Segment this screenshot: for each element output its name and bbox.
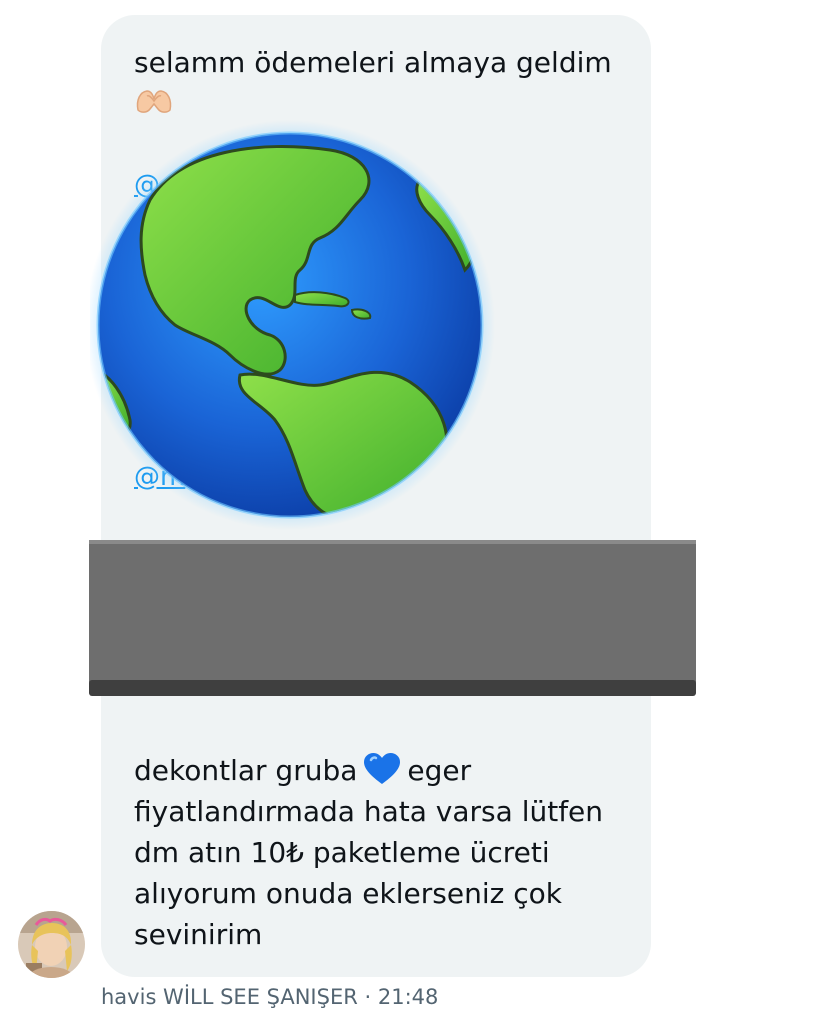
message-body-text: dekontlar gruba eger fiyatlandırmada hata… <box>134 750 634 955</box>
heart-hands-icon <box>136 90 172 113</box>
redaction-block <box>89 540 696 696</box>
blue-heart-icon <box>364 753 401 784</box>
message-intro-text: selamm ödemeleri almaya geldim <box>134 46 612 79</box>
message-body-line-end: eger <box>407 754 472 787</box>
message-time: 21:48 <box>377 985 439 1009</box>
message-body-rest: fiyatlandırmada hata varsa lütfen dm atı… <box>134 795 604 951</box>
avatar[interactable] <box>18 911 85 978</box>
meta-separator: · <box>357 985 378 1009</box>
message-body-line-start: dekontlar gruba <box>134 754 358 787</box>
globe-icon <box>90 120 495 530</box>
message-meta: havis WİLL SEE ŞANIŞER · 21:48 <box>101 985 438 1009</box>
sender-name[interactable]: havis WİLL SEE ŞANIŞER <box>101 985 358 1009</box>
